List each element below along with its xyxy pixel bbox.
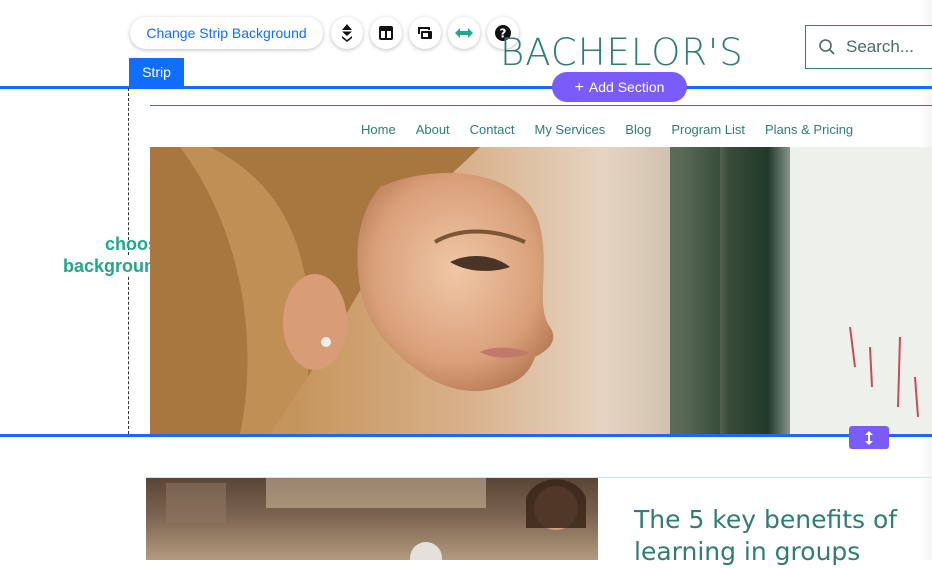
blog-post-image[interactable] xyxy=(146,478,598,560)
nav-item-about[interactable]: About xyxy=(416,122,450,137)
blog-post-title[interactable]: The 5 key benefits of learning in groups xyxy=(634,504,932,568)
classroom-photo-illustration xyxy=(166,478,586,560)
hero-photo-illustration xyxy=(150,147,932,434)
add-section-label: Add Section xyxy=(588,79,665,95)
strip-bottom-border xyxy=(0,434,932,437)
layout-icon xyxy=(379,26,393,40)
layers-button[interactable] xyxy=(331,17,363,49)
nav-item-plans-pricing[interactable]: Plans & Pricing xyxy=(765,122,853,137)
site-search-box[interactable]: Search... xyxy=(805,25,932,69)
animation-button[interactable] xyxy=(409,17,441,49)
nav-item-program-list[interactable]: Program List xyxy=(671,122,745,137)
search-icon xyxy=(819,39,835,55)
search-placeholder: Search... xyxy=(846,37,915,56)
vertical-resize-icon xyxy=(865,430,873,445)
strip-top-border xyxy=(0,86,932,89)
plus-icon: + xyxy=(574,79,584,96)
nav-item-home[interactable]: Home xyxy=(361,122,396,137)
strip-label-tag[interactable]: Strip xyxy=(129,58,184,86)
add-section-button[interactable]: + Add Section xyxy=(552,72,687,102)
nav-item-contact[interactable]: Contact xyxy=(470,122,515,137)
nav-item-my-services[interactable]: My Services xyxy=(534,122,605,137)
header-divider xyxy=(150,105,932,106)
site-nav: Home About Contact My Services Blog Prog… xyxy=(361,122,873,137)
change-strip-background-button[interactable]: Change Strip Background xyxy=(130,17,323,49)
animation-icon xyxy=(418,27,432,39)
hero-background-image[interactable] xyxy=(150,147,932,434)
layout-button[interactable] xyxy=(370,17,402,49)
nav-item-blog[interactable]: Blog xyxy=(625,122,651,137)
layers-icon xyxy=(342,24,352,42)
site-title: BACHELOR'S xyxy=(500,31,744,74)
stretch-icon xyxy=(455,28,473,38)
strip-resize-handle[interactable] xyxy=(849,426,889,449)
stretch-button[interactable] xyxy=(448,17,480,49)
